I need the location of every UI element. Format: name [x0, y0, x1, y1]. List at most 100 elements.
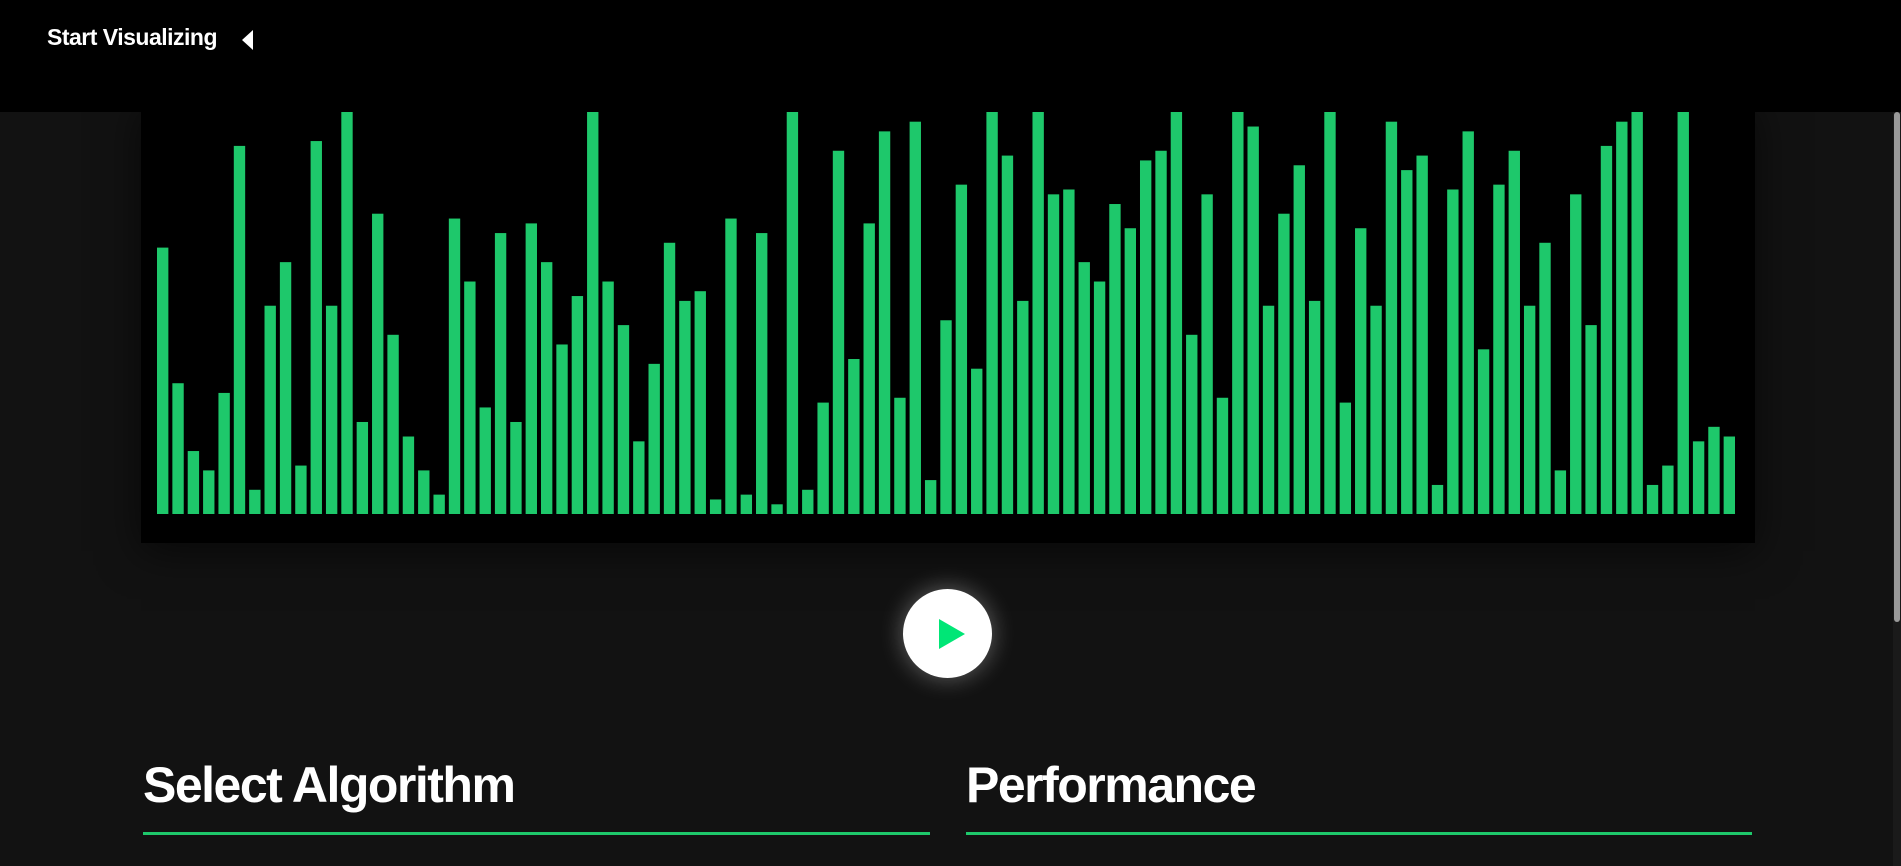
array-bar [1355, 228, 1367, 515]
performance-underline [966, 832, 1752, 835]
array-bar [1047, 194, 1060, 514]
array-bar [1462, 131, 1474, 514]
array-bar [848, 359, 860, 514]
array-bar [771, 504, 783, 514]
scrollbar-thumb[interactable] [1894, 112, 1900, 622]
page-scrollbar[interactable] [1893, 112, 1901, 866]
array-bar [1554, 470, 1567, 514]
array-bar [1616, 121, 1628, 514]
array-bar [1063, 189, 1075, 514]
array-bar [218, 392, 230, 514]
array-bar [356, 421, 369, 514]
array-bar [1385, 121, 1398, 514]
array-bar [249, 489, 261, 514]
array-bar [1155, 150, 1167, 514]
array-bar [310, 141, 322, 514]
array-bar [1109, 204, 1121, 514]
array-bar [878, 131, 891, 514]
array-bar [1232, 112, 1244, 514]
array-bar [494, 233, 507, 514]
array-bar [1308, 300, 1321, 514]
array-bar [663, 242, 676, 514]
array-bar [679, 300, 691, 514]
array-bar [1293, 165, 1305, 514]
array-visualizer [141, 100, 1755, 543]
array-bar [157, 247, 169, 515]
array-bar [479, 407, 491, 514]
array-bar [1170, 112, 1183, 514]
array-bar [1247, 126, 1259, 514]
play-button[interactable] [903, 589, 992, 678]
array-bar [402, 436, 415, 514]
array-bar [1139, 160, 1152, 514]
array-bar [1324, 112, 1336, 514]
array-bar [203, 470, 215, 514]
start-visualizing-title[interactable]: Start Visualizing [47, 24, 218, 51]
array-bar [971, 368, 983, 514]
array-bar [786, 112, 799, 514]
caret-left-icon[interactable] [238, 28, 258, 52]
array-bar [863, 223, 875, 514]
array-bar [1477, 349, 1490, 514]
array-bar [1493, 184, 1505, 514]
array-bar [1539, 242, 1551, 514]
array-bar [940, 320, 952, 514]
array-bar [1001, 155, 1014, 514]
select-algorithm-heading: Select Algorithm [143, 757, 516, 813]
array-bar [325, 305, 338, 514]
array-bar [1431, 484, 1444, 514]
array-bar [909, 121, 921, 514]
array-bar [1508, 150, 1520, 514]
array-bar [1262, 305, 1275, 514]
array-bar [233, 145, 246, 514]
array-bar [264, 305, 276, 514]
select-algorithm-underline [143, 832, 930, 835]
array-bar [1523, 305, 1536, 514]
array-bar [1370, 305, 1382, 514]
array-bar [986, 112, 998, 514]
array-bar [418, 470, 430, 514]
array-bars-chart [157, 112, 1736, 515]
array-bar [924, 480, 937, 514]
array-bar [387, 334, 399, 514]
array-bar [602, 281, 614, 514]
array-bar [448, 218, 461, 515]
play-icon [939, 619, 965, 649]
top-bar: Start Visualizing [0, 0, 1901, 112]
array-bar [802, 489, 814, 514]
array-bar [1708, 426, 1720, 514]
array-bar [617, 325, 630, 514]
array-bar [341, 112, 353, 514]
array-bar [633, 441, 645, 514]
array-bar [756, 233, 768, 514]
array-bar [571, 296, 584, 514]
array-bar [1032, 112, 1044, 514]
array-bar [817, 402, 829, 514]
array-bar [1631, 112, 1643, 514]
array-bar [1339, 402, 1352, 514]
array-bar [187, 451, 200, 514]
array-bar [709, 499, 722, 514]
array-bar [1585, 325, 1597, 514]
array-bar [172, 383, 184, 514]
array-bar [1600, 145, 1613, 514]
array-bar [464, 281, 476, 514]
array-bar [295, 465, 307, 514]
array-bar [1401, 170, 1413, 514]
array-bar [1186, 334, 1198, 514]
array-bar [510, 421, 522, 514]
array-bar [740, 494, 753, 514]
array-bar [1216, 397, 1229, 514]
array-bar [894, 397, 906, 514]
array-bar [955, 184, 968, 514]
array-bar [1570, 194, 1582, 514]
array-bar [1416, 155, 1428, 514]
array-bar [1677, 112, 1689, 514]
array-bar [1447, 189, 1459, 514]
array-bar [1662, 465, 1674, 514]
array-bar [694, 291, 706, 514]
array-bar [1692, 441, 1705, 514]
array-bar [725, 218, 737, 515]
array-bar [1278, 213, 1290, 514]
array-bar [648, 363, 660, 514]
